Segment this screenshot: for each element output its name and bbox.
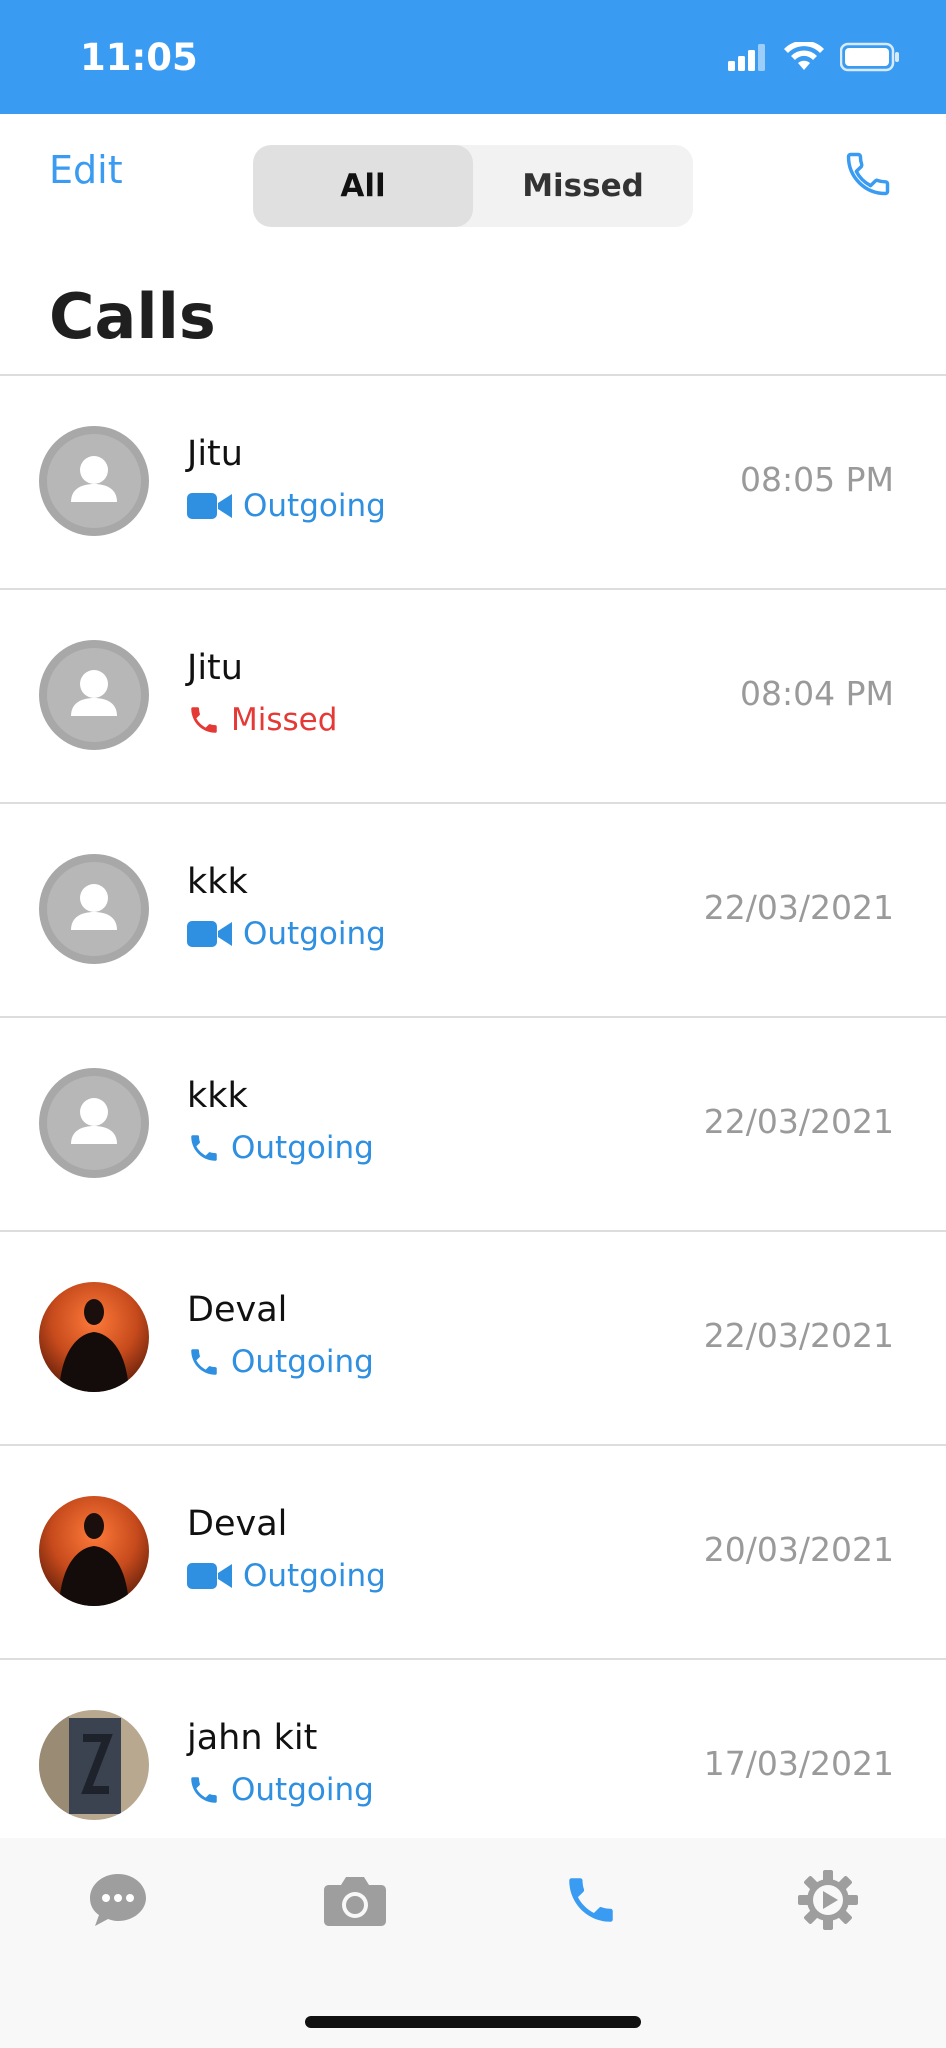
contact-name: Jitu <box>187 434 243 474</box>
status-icons <box>728 42 900 72</box>
call-row[interactable]: Deval Outgoing 22/03/2021 <box>0 1232 946 1446</box>
avatar <box>39 1068 149 1178</box>
contact-name: kkk <box>187 1076 248 1116</box>
chats-icon <box>90 1874 146 1926</box>
call-type-label: Outgoing <box>231 1344 374 1380</box>
call-time: 08:05 PM <box>740 460 894 499</box>
status-time: 11:05 <box>80 36 198 79</box>
call-type: Outgoing <box>187 1344 374 1380</box>
contact-name: Deval <box>187 1290 288 1330</box>
tab-settings[interactable] <box>788 1860 868 1940</box>
segment-missed[interactable]: Missed <box>473 145 693 227</box>
call-time: 08:04 PM <box>740 674 894 713</box>
call-time: 22/03/2021 <box>703 1102 894 1141</box>
person-icon <box>71 1098 117 1144</box>
contact-name: kkk <box>187 862 248 902</box>
call-type: Outgoing <box>187 488 386 524</box>
call-type: Outgoing <box>187 1130 374 1166</box>
wifi-icon <box>784 42 824 70</box>
tab-bar <box>0 1838 946 2048</box>
video-icon <box>187 1563 232 1589</box>
calls-list: Jitu Outgoing 08:05 PM Jitu Missed 08:04… <box>0 376 946 1838</box>
page-title: Calls <box>49 280 216 353</box>
call-row[interactable]: Jitu Outgoing 08:05 PM <box>0 376 946 590</box>
video-icon <box>187 493 232 519</box>
call-type-label: Outgoing <box>231 1772 374 1808</box>
battery-icon <box>840 42 899 72</box>
settings-icon <box>798 1870 858 1930</box>
phone-icon <box>191 1349 217 1375</box>
video-icon <box>187 921 232 947</box>
segment-all[interactable]: All <box>253 145 473 227</box>
call-type-label: Outgoing <box>243 488 386 524</box>
call-row[interactable]: kkk Outgoing 22/03/2021 <box>0 1018 946 1232</box>
call-row[interactable]: jahn kit Outgoing 17/03/2021 <box>0 1660 946 1838</box>
call-type: Missed <box>187 702 337 738</box>
call-type-label: Outgoing <box>243 1558 386 1594</box>
call-type-label: Outgoing <box>231 1130 374 1166</box>
call-time: 17/03/2021 <box>703 1744 894 1783</box>
call-time: 22/03/2021 <box>703 888 894 927</box>
call-time: 20/03/2021 <box>703 1530 894 1569</box>
call-row[interactable]: Jitu Missed 08:04 PM <box>0 590 946 804</box>
call-time: 22/03/2021 <box>703 1316 894 1355</box>
call-type: Outgoing <box>187 1558 386 1594</box>
tab-camera[interactable] <box>315 1860 395 1940</box>
edit-button[interactable]: Edit <box>49 148 123 192</box>
tab-chats[interactable] <box>78 1860 158 1940</box>
call-type-label: Missed <box>231 702 338 738</box>
new-call-button[interactable] <box>842 148 894 200</box>
avatar <box>39 1710 149 1820</box>
contact-name: Deval <box>187 1504 288 1544</box>
phone-icon <box>191 707 217 733</box>
contact-name: Jitu <box>187 648 243 688</box>
signal-icon <box>728 44 765 71</box>
person-icon <box>71 670 117 716</box>
call-type: Outgoing <box>187 1772 374 1808</box>
avatar <box>39 1496 149 1606</box>
avatar <box>39 854 149 964</box>
calls-icon <box>569 1878 613 1922</box>
calls-header: Edit All Missed Calls <box>0 114 946 376</box>
phone-icon <box>191 1777 217 1803</box>
contact-name: jahn kit <box>187 1718 318 1758</box>
contact-photo <box>39 1710 149 1820</box>
status-bar: 11:05 <box>0 0 946 114</box>
call-row[interactable]: Deval Outgoing 20/03/2021 <box>0 1446 946 1660</box>
avatar <box>39 1282 149 1392</box>
person-icon <box>71 456 117 502</box>
home-indicator <box>305 2016 641 2028</box>
phone-icon <box>191 1135 217 1161</box>
avatar <box>39 426 149 536</box>
call-filter-segment: All Missed <box>253 145 693 227</box>
avatar <box>39 640 149 750</box>
contact-photo <box>39 1282 149 1392</box>
camera-icon <box>324 1877 386 1926</box>
contact-photo <box>39 1496 149 1606</box>
call-row[interactable]: kkk Outgoing 22/03/2021 <box>0 804 946 1018</box>
call-type-label: Outgoing <box>243 916 386 952</box>
person-icon <box>71 884 117 930</box>
call-type: Outgoing <box>187 916 386 952</box>
tab-calls[interactable] <box>551 1860 631 1940</box>
